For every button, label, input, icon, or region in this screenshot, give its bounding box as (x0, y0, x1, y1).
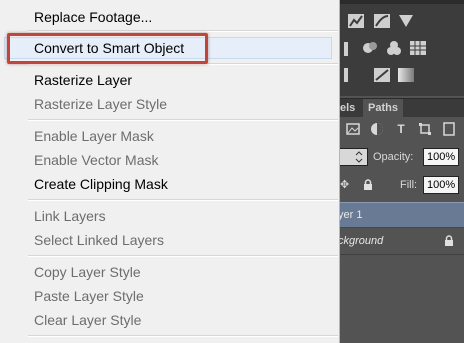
opacity-row: Opacity: 100% (330, 145, 464, 171)
highlight-annotation-box (7, 33, 208, 64)
menu-item-enable-vector-mask[interactable]: Enable Vector Mask (34, 151, 159, 169)
image-filter-icon[interactable] (346, 122, 360, 136)
menu-item-clear-layer-style[interactable]: Clear Layer Style (34, 311, 141, 329)
tab-paths[interactable]: Paths (363, 99, 403, 117)
vibrance-icon[interactable] (344, 42, 348, 56)
menu-item-paste-layer-style[interactable]: Paste Layer Style (34, 287, 144, 305)
tab-layers[interactable]: els (340, 99, 355, 117)
adjustment-filter-icon[interactable] (370, 122, 384, 136)
invert-icon[interactable] (344, 68, 348, 82)
layer-row-background[interactable]: ckground (330, 229, 464, 255)
opacity-input[interactable]: 100% (423, 148, 459, 166)
menu-item-select-linked-layers[interactable]: Select Linked Layers (34, 231, 164, 249)
menu-item-enable-layer-mask[interactable]: Enable Layer Mask (34, 127, 154, 145)
type-filter-icon[interactable]: T (394, 122, 408, 136)
gradient-map-triangle-icon[interactable] (398, 14, 414, 28)
layer-row-selected[interactable]: yer 1 (330, 202, 464, 228)
lock-position-icon[interactable]: ✥ (340, 180, 349, 191)
fill-input[interactable]: 100% (423, 176, 459, 194)
menu-separator (28, 255, 338, 257)
menu-item-rasterize-layer[interactable]: Rasterize Layer (34, 71, 132, 89)
photoshop-panels: els Paths T Opacity: 100% ✥ Fill: 100% y… (330, 0, 464, 343)
layer-context-menu: Replace Footage... Convert to Smart Obje… (0, 0, 340, 343)
gradient-map-icon[interactable] (398, 68, 414, 82)
shape-filter-icon[interactable] (418, 122, 432, 136)
smart-object-filter-icon[interactable] (442, 122, 456, 136)
panel-tab-bar: els Paths (330, 98, 464, 117)
channel-mixer-icon[interactable] (386, 40, 402, 55)
levels-icon[interactable] (348, 14, 364, 28)
menu-item-rasterize-layer-style[interactable]: Rasterize Layer Style (34, 95, 167, 113)
panel-top-edge (330, 0, 464, 4)
curves-icon[interactable] (374, 14, 390, 28)
fill-label: Fill: (400, 179, 418, 191)
lock-all-icon[interactable] (363, 179, 373, 191)
color-lookup-icon[interactable] (410, 41, 426, 55)
opacity-label: Opacity: (373, 151, 414, 163)
menu-item-link-layers[interactable]: Link Layers (34, 207, 106, 225)
layer-name: ckground (338, 235, 384, 247)
menu-separator (28, 335, 338, 337)
posterize-icon[interactable] (374, 68, 390, 82)
adjustments-panel (330, 0, 464, 96)
menu-separator (28, 30, 338, 32)
menu-item-replace-footage[interactable]: Replace Footage... (34, 8, 152, 26)
menu-separator (28, 119, 338, 121)
lock-icon (445, 235, 453, 246)
layer-filter-toolbar: T (330, 117, 464, 143)
layer-name: yer 1 (338, 209, 363, 221)
menu-item-copy-layer-style[interactable]: Copy Layer Style (34, 263, 141, 281)
photo-filter-icon[interactable] (362, 40, 378, 54)
menu-separator (28, 199, 338, 201)
menu-item-create-clipping-mask[interactable]: Create Clipping Mask (34, 175, 168, 193)
fill-row: ✥ Fill: 100% (330, 173, 464, 199)
